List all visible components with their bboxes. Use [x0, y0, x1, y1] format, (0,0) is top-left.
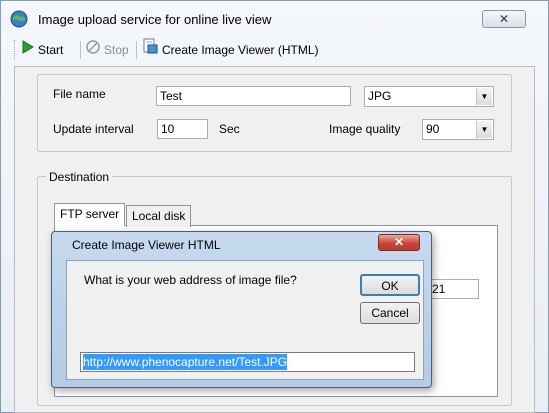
toolbar: Start Stop Create Image Viewer (HTML) [14, 38, 534, 64]
toolbar-separator [136, 41, 137, 59]
dialog-close-button[interactable]: ✕ [378, 234, 420, 251]
web-address-input[interactable]: http://www.phenocapture.net/Test.JPG [80, 352, 415, 372]
image-quality-label: Image quality [329, 122, 401, 136]
image-quality-value: 90 [426, 122, 440, 136]
dialog-title: Create Image Viewer HTML [72, 238, 221, 252]
file-name-label: File name [53, 87, 106, 101]
destination-legend: Destination [46, 170, 113, 184]
file-name-input[interactable]: Test [156, 86, 351, 106]
update-interval-unit: Sec [219, 122, 240, 136]
stop-label: Stop [104, 43, 129, 57]
update-interval-input[interactable]: 10 [157, 119, 208, 139]
create-viewer-label: Create Image Viewer (HTML) [162, 43, 319, 57]
cancel-button[interactable]: Cancel [360, 302, 420, 324]
format-value: JPG [368, 89, 392, 103]
toolbar-separator [80, 41, 81, 59]
update-interval-label: Update interval [53, 122, 134, 136]
play-icon [22, 38, 34, 62]
stop-icon [86, 38, 100, 62]
start-button[interactable]: Start [22, 38, 63, 62]
dialog-prompt: What is your web address of image file? [84, 273, 297, 287]
ok-button[interactable]: OK [360, 274, 420, 296]
app-globe-icon [10, 10, 28, 28]
window-close-button[interactable]: ✕ [482, 10, 526, 28]
tab-local-disk[interactable]: Local disk [126, 205, 192, 227]
dropdown-arrow-icon[interactable]: ▼ [476, 88, 492, 105]
image-quality-select[interactable]: 90 ▼ [422, 119, 494, 140]
toolbar-grip [14, 40, 18, 60]
tab-ftp-server[interactable]: FTP server [54, 203, 126, 226]
ftp-port-input[interactable]: 21 [425, 279, 479, 299]
dropdown-arrow-icon[interactable]: ▼ [476, 121, 492, 138]
html-document-icon [142, 38, 158, 62]
create-image-viewer-button[interactable]: Create Image Viewer (HTML) [142, 38, 319, 62]
window-title: Image upload service for online live vie… [38, 12, 272, 27]
title-bar: Image upload service for online live vie… [0, 0, 547, 34]
web-address-value: http://www.phenocapture.net/Test.JPG [83, 354, 288, 370]
start-label: Start [38, 43, 64, 57]
stop-button[interactable]: Stop [86, 38, 129, 62]
format-select[interactable]: JPG ▼ [364, 86, 494, 107]
